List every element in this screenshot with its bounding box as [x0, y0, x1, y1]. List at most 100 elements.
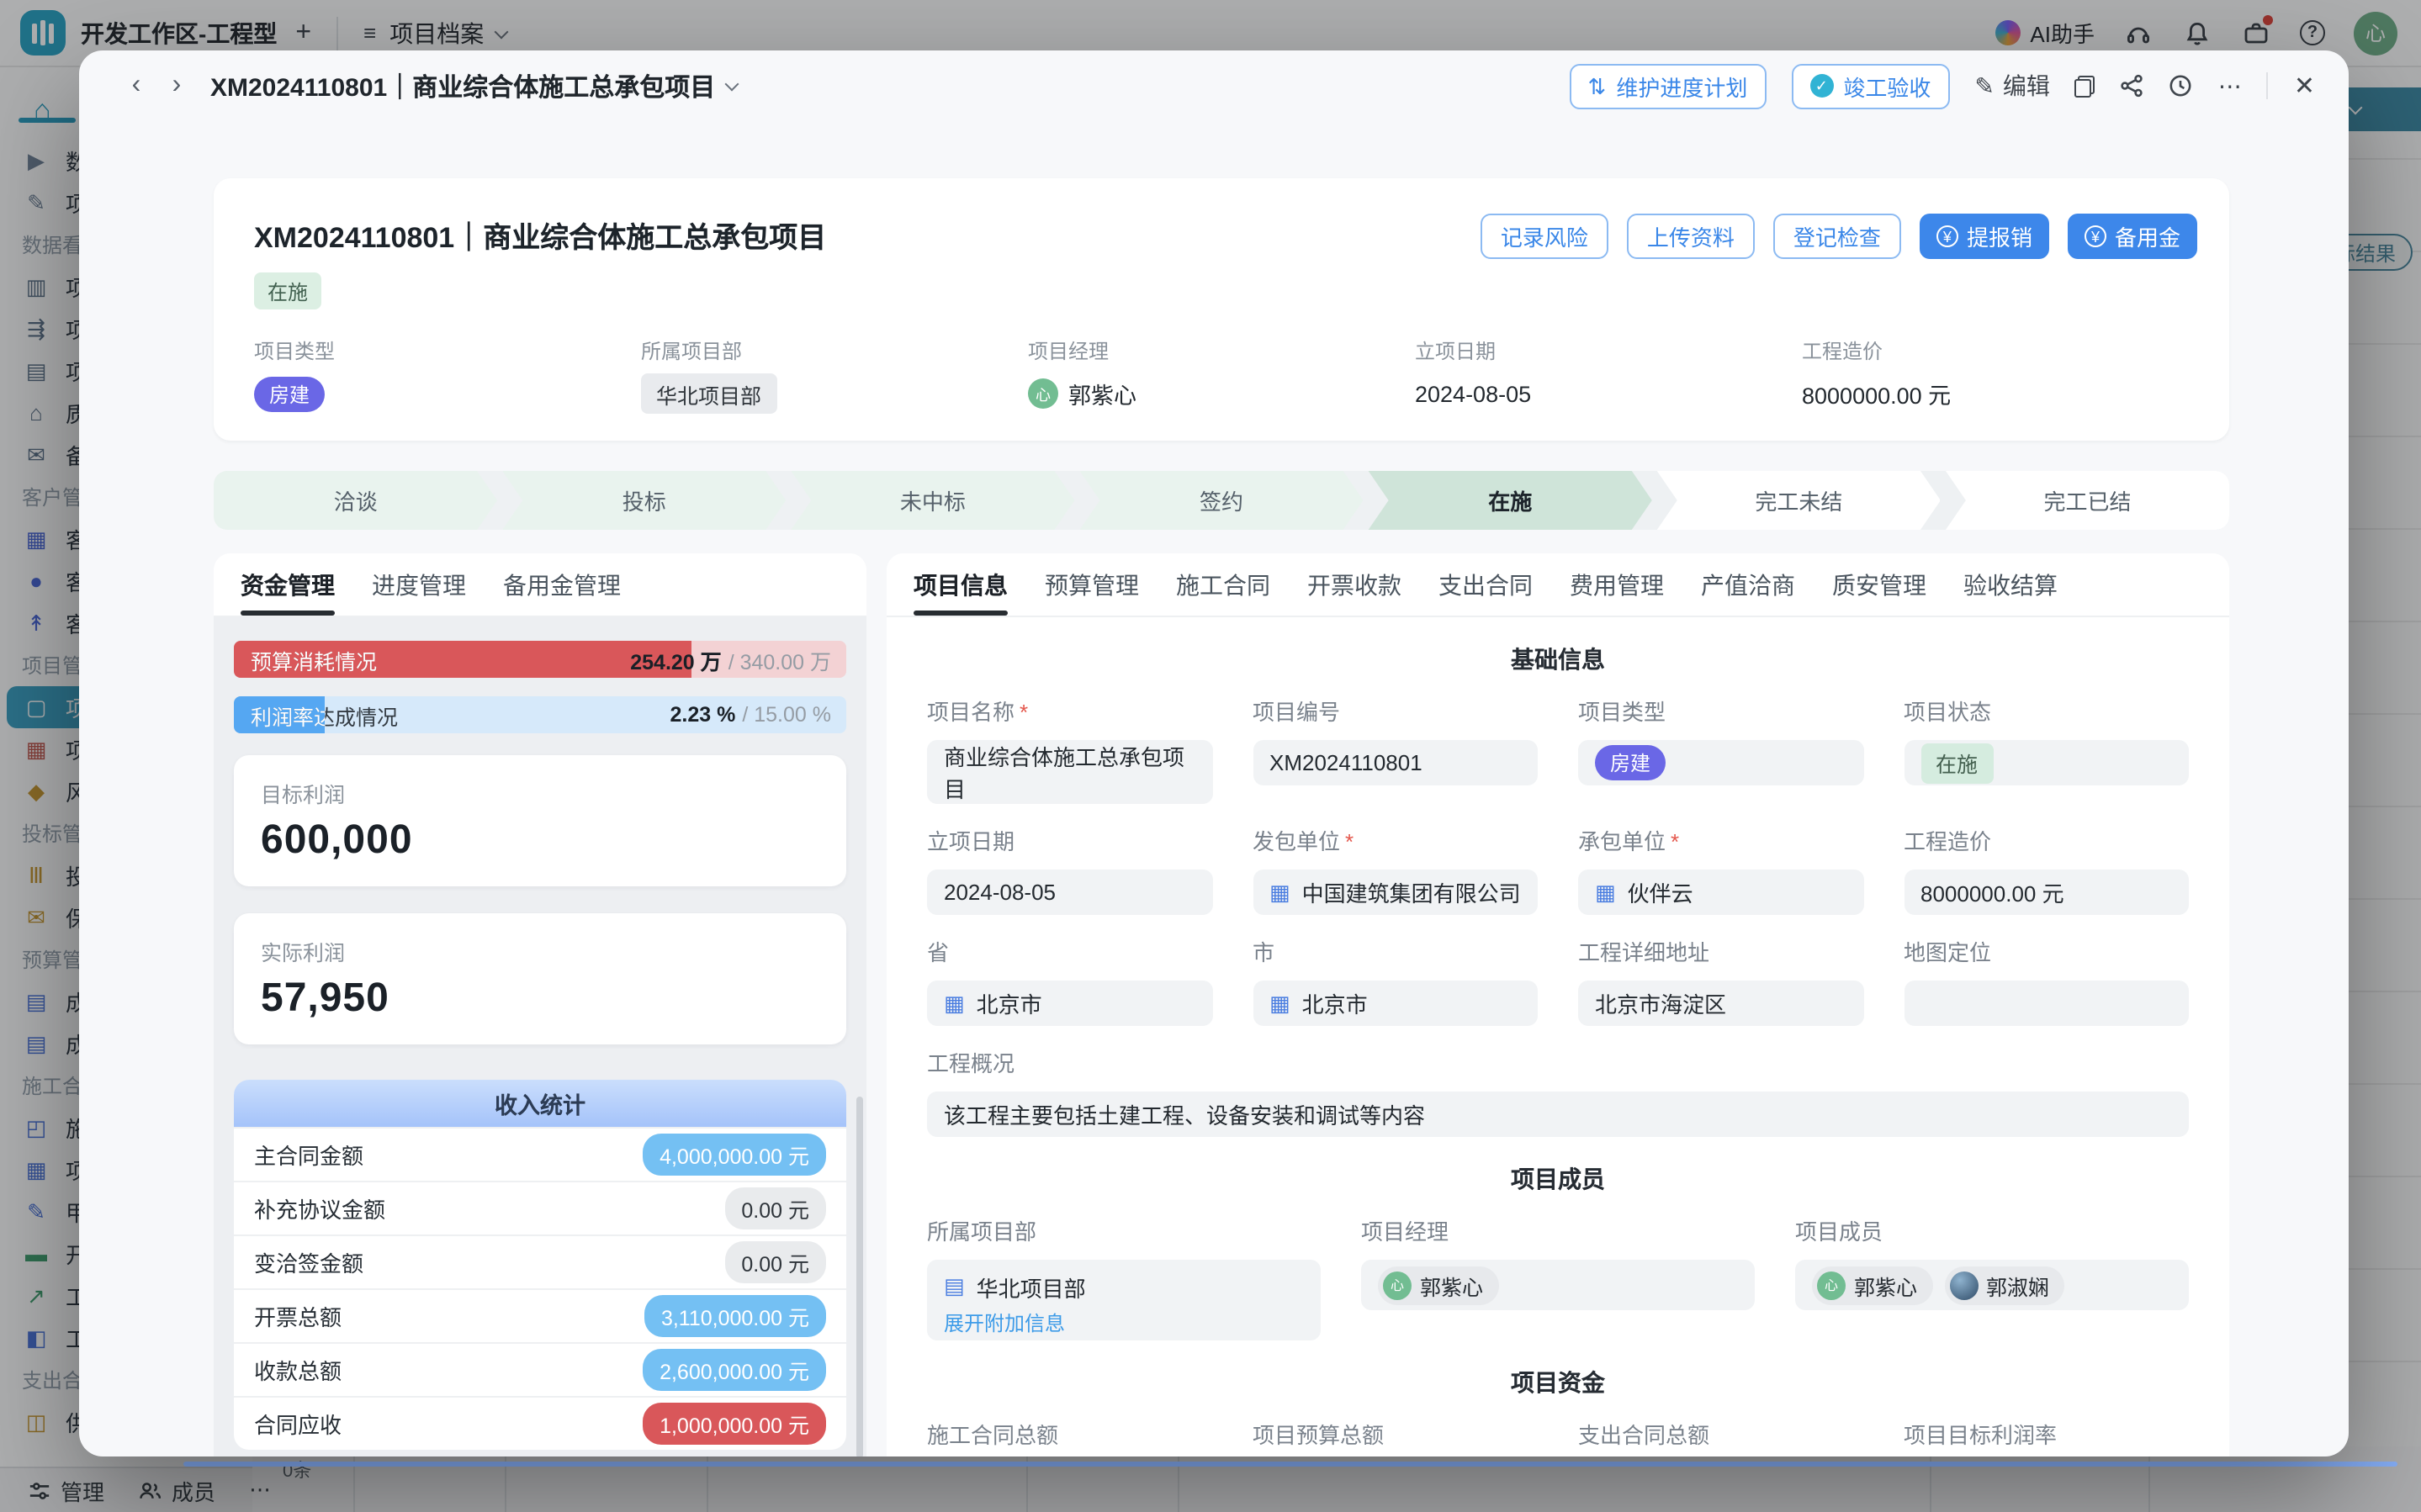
divider	[2267, 72, 2269, 99]
title-chevron-icon[interactable]	[725, 77, 739, 92]
income-row-value: 3,110,000.00 元	[644, 1295, 826, 1337]
income-row-value: 2,600,000.00 元	[643, 1349, 826, 1391]
progress-target: / 15.00 %	[742, 703, 831, 727]
field-label: 项目状态	[1904, 695, 2189, 727]
left-tab-3[interactable]: 备用金管理	[503, 553, 621, 616]
income-row-label: 开票总额	[254, 1300, 342, 1332]
action-button-1[interactable]: 记录风险	[1481, 214, 1608, 259]
right-tab-7[interactable]: 产值洽商	[1701, 553, 1795, 616]
expand-extra-info-link[interactable]: 展开附加信息	[944, 1308, 1065, 1336]
stepper-step-2[interactable]: 投标	[502, 471, 786, 530]
form-field: 省▦北京市	[927, 935, 1212, 1026]
field-label: 项目名称*	[927, 695, 1212, 727]
income-stats-header[interactable]: 收入统计	[234, 1080, 846, 1127]
field-input[interactable]	[1904, 981, 2189, 1026]
income-row: 收款总额 2,600,000.00 元	[234, 1342, 846, 1396]
field-input[interactable]: ▦北京市	[1253, 981, 1538, 1026]
field-input[interactable]: 房建	[1578, 740, 1863, 785]
income-row-value: 1,000,000.00 元	[643, 1403, 826, 1445]
member-name: 郭紫心	[1420, 1269, 1483, 1301]
share-button[interactable]	[2121, 74, 2144, 98]
stepper-step-5[interactable]: 在施	[1369, 471, 1652, 530]
stepper-step-4[interactable]: 签约	[1079, 471, 1363, 530]
field-label: 项目经理	[1361, 1214, 1755, 1246]
history-button[interactable]	[2169, 74, 2193, 98]
income-row: 补充协议金额0.00 元	[234, 1181, 846, 1234]
action-button-2[interactable]: 上传资料	[1627, 214, 1755, 259]
left-tab-2[interactable]: 进度管理	[372, 553, 466, 616]
section-title: 基础信息	[927, 642, 2189, 676]
action-button-4[interactable]: ¥提报销	[1920, 214, 2049, 259]
field-input[interactable]: 2024-08-05	[927, 870, 1212, 915]
left-panel-scrollbar[interactable]	[856, 1097, 863, 1456]
income-row-value: 0.00 元	[724, 1187, 826, 1229]
copy-button[interactable]	[2075, 75, 2095, 97]
action-button-label: 上传资料	[1647, 220, 1735, 252]
income-row-label: 收款总额	[254, 1354, 342, 1386]
field-input[interactable]: 8000000.00 元	[1904, 870, 2189, 915]
region-grid-icon: ▦	[944, 990, 965, 1017]
maintain-schedule-button[interactable]: ⇅ 维护进度计划	[1570, 63, 1767, 108]
field-value: 北京市海淀区	[1595, 987, 1726, 1019]
field-input[interactable]: 商业综合体施工总承包项目	[927, 740, 1212, 804]
section-title: 项目成员	[927, 1162, 2189, 1196]
right-tab-6[interactable]: 费用管理	[1570, 553, 1664, 616]
project-summary-card: XM2024110801｜商业综合体施工总承包项目 在施 项目类型房建所属项目部…	[214, 178, 2229, 441]
right-tab-3[interactable]: 施工合同	[1176, 553, 1270, 616]
field-input[interactable]: ▦中国建筑集团有限公司	[1253, 870, 1538, 915]
department-field[interactable]: ▤华北项目部展开附加信息	[927, 1260, 1321, 1340]
badge-check-icon: ✓	[1809, 74, 1833, 98]
members-field[interactable]: 心郭紫心	[1361, 1260, 1755, 1310]
required-star: *	[1671, 829, 1679, 854]
summary-field-label: 项目经理	[1028, 336, 1415, 365]
progress-current: 254.20 万	[630, 643, 721, 675]
project-detail-modal: ‹ › XM2024110801｜商业综合体施工总承包项目 ⇅ 维护进度计划 ✓…	[79, 50, 2349, 1456]
field-label-text: 支出合同总额	[1578, 1423, 1709, 1448]
action-button-3[interactable]: 登记检查	[1773, 214, 1901, 259]
member-avatar: 心	[1817, 1271, 1846, 1299]
prev-record-button[interactable]: ‹	[116, 72, 156, 99]
right-tab-1[interactable]: 项目信息	[914, 553, 1008, 616]
more-actions-button[interactable]: ⋯	[2218, 71, 2242, 100]
field-label: 立项日期	[927, 824, 1212, 856]
field-label-text: 工程概况	[927, 1051, 1014, 1076]
right-tab-5[interactable]: 支出合同	[1438, 553, 1533, 616]
right-tab-4[interactable]: 开票收款	[1307, 553, 1401, 616]
stat-card-label: 实际利润	[261, 935, 819, 967]
action-button-5[interactable]: ¥备用金	[2068, 214, 2197, 259]
members-field[interactable]: 心郭紫心郭淑娴	[1795, 1260, 2189, 1310]
field-input[interactable]: ▦北京市	[927, 981, 1212, 1026]
field-input[interactable]: ▦伙伴云	[1578, 870, 1863, 915]
next-record-button[interactable]: ›	[156, 72, 197, 99]
modal-header-actions: ⇅ 维护进度计划 ✓ 竣工验收 ✎ 编辑 ⋯	[1570, 63, 2316, 108]
field-input[interactable]: XM2024110801	[1253, 740, 1538, 785]
stepper-step-3[interactable]: 未中标	[791, 471, 1074, 530]
form-field: 市▦北京市	[1253, 935, 1538, 1026]
member-avatar	[1949, 1271, 1978, 1299]
summary-field-value: 心郭紫心	[1028, 377, 1415, 410]
stepper-step-6[interactable]: 完工未结	[1657, 471, 1941, 530]
form-field: 项目成员心郭紫心郭淑娴	[1795, 1214, 2189, 1340]
stepper-step-1[interactable]: 洽谈	[214, 471, 497, 530]
field-label-text: 发包单位	[1253, 829, 1340, 854]
right-tab-2[interactable]: 预算管理	[1045, 553, 1139, 616]
summary-field: 工程造价8000000.00 元	[1802, 336, 2189, 410]
form-field: 项目类型房建	[1578, 695, 1863, 804]
close-icon[interactable]: ✕	[2294, 71, 2315, 101]
edit-button[interactable]: ✎ 编辑	[1974, 69, 2049, 103]
field-badge: 房建	[1595, 745, 1666, 780]
horizontal-scrollbar[interactable]	[183, 1462, 2397, 1467]
field-input[interactable]: 在施	[1904, 740, 2189, 785]
right-tab-8[interactable]: 质安管理	[1832, 553, 1926, 616]
right-tab-9[interactable]: 验收结算	[1963, 553, 2058, 616]
field-label-text: 工程详细地址	[1578, 940, 1709, 965]
summary-field-value: 2024-08-05	[1415, 377, 1802, 410]
progress-bar-values: 2.23 %/ 15.00 %	[670, 696, 832, 733]
field-input[interactable]: 北京市海淀区	[1578, 981, 1863, 1026]
field-input[interactable]: 该工程主要包括土建工程、设备安装和调试等内容	[927, 1092, 2189, 1137]
progress-bar: 利润率达成情况利润率达成情况2.23 %/ 15.00 %	[234, 696, 846, 733]
field-value: 商业综合体施工总承包项目	[944, 740, 1195, 804]
stepper-step-7[interactable]: 完工已结	[1946, 471, 2229, 530]
completion-acceptance-button[interactable]: ✓ 竣工验收	[1791, 63, 1949, 108]
left-tab-1[interactable]: 资金管理	[241, 553, 335, 616]
